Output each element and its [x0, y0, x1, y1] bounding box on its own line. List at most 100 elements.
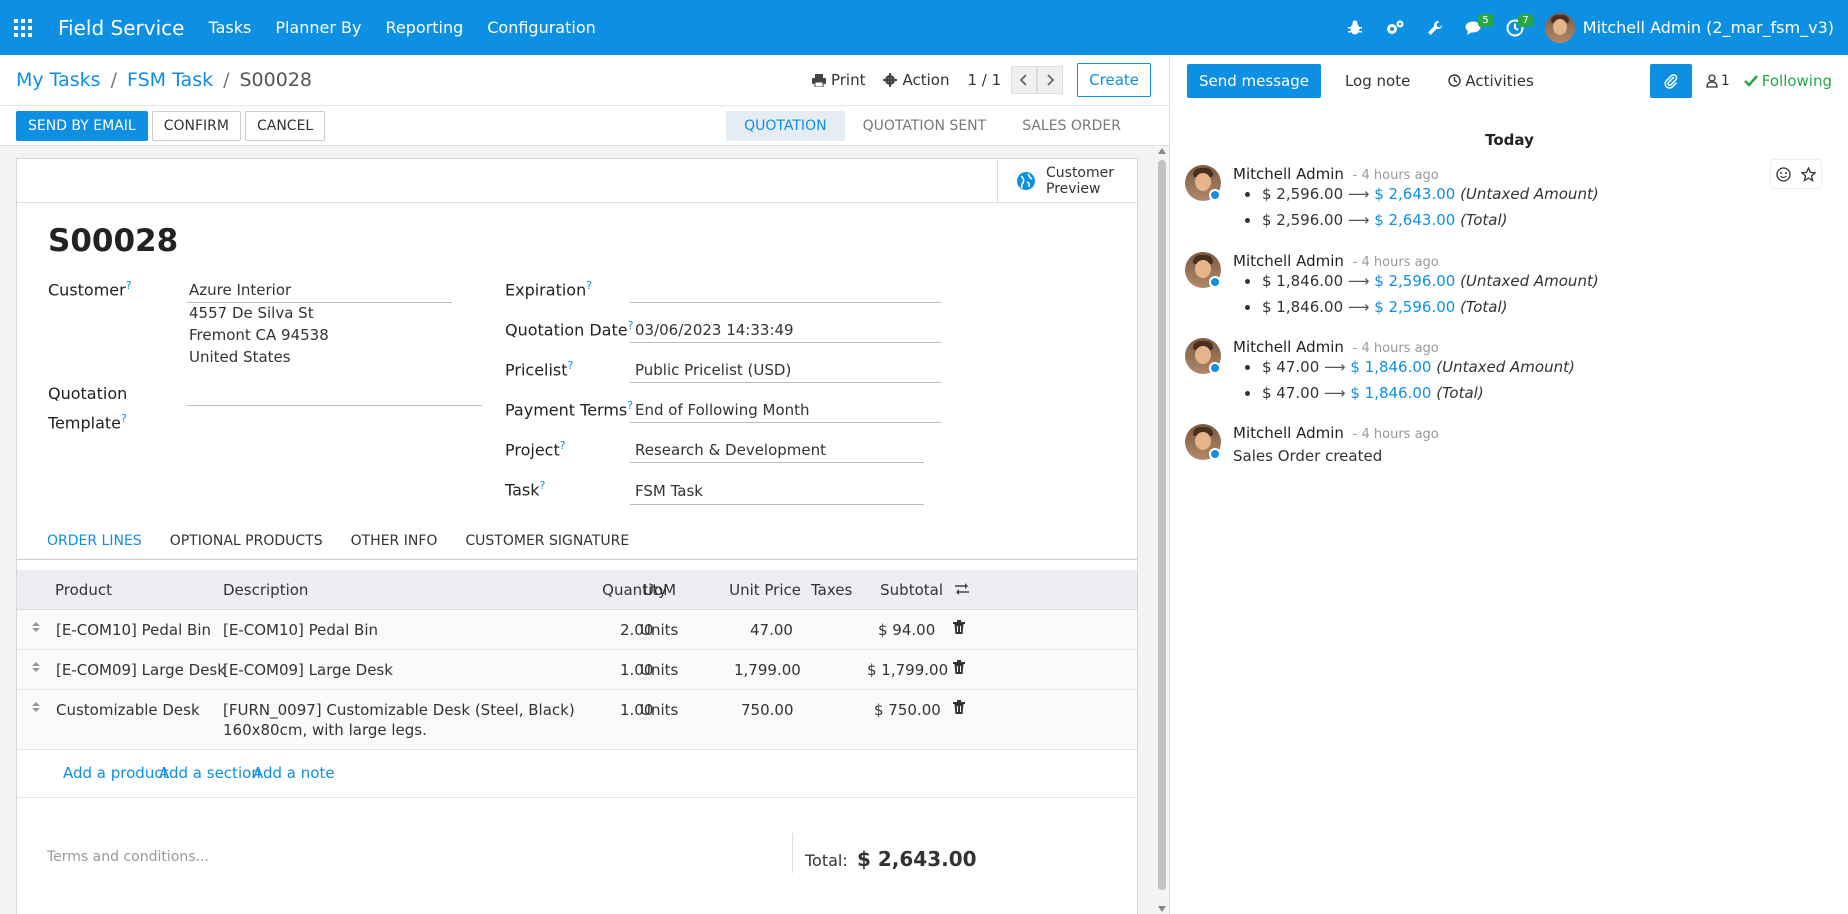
- row-uom[interactable]: Units: [640, 621, 678, 639]
- trash-icon[interactable]: [953, 700, 965, 714]
- stage-quotation-sent[interactable]: QUOTATION SENT: [845, 111, 1005, 141]
- add-note-link[interactable]: Add a note: [253, 764, 335, 782]
- app-brand[interactable]: Field Service: [58, 16, 184, 40]
- add-section-link[interactable]: Add a section: [159, 764, 261, 782]
- add-line-row: Add a product Add a section Add a note: [17, 750, 1137, 798]
- send-by-email-button[interactable]: SEND BY EMAIL: [16, 110, 148, 141]
- row-uom[interactable]: Units: [640, 701, 678, 719]
- message-author[interactable]: Mitchell Admin - 4 hours ago: [1233, 424, 1439, 442]
- breadcrumb-my-tasks[interactable]: My Tasks: [16, 69, 101, 91]
- pricelist-label: Pricelist?: [505, 359, 574, 380]
- tab-customer-signature[interactable]: CUSTOMER SIGNATURE: [465, 533, 629, 557]
- messages-chat-icon[interactable]: 5: [1455, 0, 1495, 55]
- customer-field-underline: [187, 302, 452, 303]
- row-unit-price[interactable]: 750.00: [741, 701, 794, 719]
- form-scrollbar[interactable]: [1155, 146, 1169, 914]
- menu-configuration[interactable]: Configuration: [487, 18, 596, 37]
- task-underline: [630, 504, 924, 505]
- log-note-button[interactable]: Log note: [1345, 72, 1410, 90]
- row-uom[interactable]: Units: [640, 661, 678, 679]
- menu-tasks[interactable]: Tasks: [208, 18, 251, 37]
- customer-field[interactable]: Azure Interior: [189, 281, 291, 299]
- customer-preview-label: Customer Preview: [1046, 165, 1115, 197]
- message-author[interactable]: Mitchell Admin - 4 hours ago: [1233, 338, 1439, 356]
- row-product[interactable]: [E-COM09] Large Desk: [56, 661, 226, 679]
- check-icon: [1743, 75, 1758, 87]
- breadcrumb-fsm-task[interactable]: FSM Task: [127, 69, 213, 91]
- payment-terms-field[interactable]: End of Following Month: [635, 401, 810, 419]
- terms-and-conditions-field[interactable]: Terms and conditions...: [47, 849, 209, 865]
- online-status-dot: [1209, 362, 1221, 374]
- add-product-link[interactable]: Add a product: [63, 764, 168, 782]
- task-field[interactable]: FSM Task: [635, 482, 703, 500]
- row-description[interactable]: [E-COM09] Large Desk: [223, 661, 393, 679]
- row-description[interactable]: [E-COM10] Pedal Bin: [223, 621, 378, 639]
- optional-columns-icon[interactable]: [955, 583, 969, 595]
- wrench-icon[interactable]: [1415, 0, 1455, 55]
- quotation-date-label: Quotation Date?: [505, 319, 634, 340]
- column-product[interactable]: Product: [55, 581, 112, 599]
- pager-previous-button[interactable]: [1011, 66, 1038, 94]
- column-taxes[interactable]: Taxes: [811, 581, 852, 599]
- table-row[interactable]: [E-COM09] Large Desk [E-COM09] Large Des…: [17, 650, 1137, 690]
- drag-handle-icon[interactable]: [31, 621, 41, 633]
- chatter-message: Mitchell Admin - 4 hours ago $ 2,596.00 …: [1185, 165, 1825, 235]
- user-menu[interactable]: Mitchell Admin (2_mar_fsm_v3): [1544, 12, 1834, 43]
- project-underline: [630, 462, 924, 463]
- attachment-paperclip-icon[interactable]: [1649, 64, 1692, 98]
- stage-sales-order[interactable]: SALES ORDER: [1004, 111, 1139, 141]
- action-button[interactable]: Action: [883, 71, 949, 89]
- row-unit-price[interactable]: 47.00: [750, 621, 793, 639]
- address-line-2: Fremont CA 94538: [189, 326, 329, 344]
- drag-handle-icon[interactable]: [31, 661, 41, 673]
- drag-handle-icon[interactable]: [31, 701, 41, 713]
- row-product[interactable]: [E-COM10] Pedal Bin: [56, 621, 211, 639]
- pricelist-field[interactable]: Public Pricelist (USD): [635, 361, 791, 379]
- print-button[interactable]: Print: [811, 71, 865, 89]
- pager-next-button[interactable]: [1037, 66, 1064, 94]
- tab-other-info[interactable]: OTHER INFO: [351, 533, 438, 557]
- activities-button[interactable]: Activities: [1448, 72, 1534, 90]
- activities-clock-icon[interactable]: 7: [1495, 0, 1535, 55]
- pricelist-underline: [630, 382, 941, 383]
- quotation-date-underline: [630, 342, 941, 343]
- form-sheet: Customer Preview S00028 Customer? Azure …: [16, 158, 1138, 914]
- stage-quotation[interactable]: QUOTATION: [726, 111, 845, 141]
- row-product[interactable]: Customizable Desk: [56, 701, 200, 719]
- row-description[interactable]: [FURN_0097] Customizable Desk (Steel, Bl…: [223, 701, 575, 719]
- project-label: Project?: [505, 439, 566, 460]
- message-author[interactable]: Mitchell Admin - 4 hours ago: [1233, 252, 1439, 270]
- followers-button[interactable]: 1: [1706, 73, 1730, 89]
- trash-icon[interactable]: [953, 660, 965, 674]
- menu-planner-by[interactable]: Planner By: [275, 18, 361, 37]
- table-row[interactable]: [E-COM10] Pedal Bin [E-COM10] Pedal Bin …: [17, 610, 1137, 650]
- cancel-button[interactable]: CANCEL: [244, 110, 326, 141]
- apps-menu-icon[interactable]: [0, 0, 46, 55]
- send-message-button[interactable]: Send message: [1187, 63, 1321, 98]
- debug-bug-icon[interactable]: [1335, 0, 1375, 55]
- scrollbar-thumb[interactable]: [1158, 160, 1166, 890]
- customer-preview-button[interactable]: Customer Preview: [997, 159, 1137, 203]
- table-row[interactable]: Customizable Desk [FURN_0097] Customizab…: [17, 690, 1137, 750]
- tab-optional-products[interactable]: OPTIONAL PRODUCTS: [170, 533, 323, 557]
- row-unit-price[interactable]: 1,799.00: [734, 661, 801, 679]
- message-body: Sales Order created: [1233, 447, 1383, 465]
- menu-reporting[interactable]: Reporting: [385, 18, 463, 37]
- create-button[interactable]: Create: [1077, 63, 1151, 97]
- column-uom[interactable]: UoM: [643, 581, 676, 599]
- tab-order-lines[interactable]: ORDER LINES: [47, 533, 142, 557]
- row-subtotal: $ 1,799.00: [867, 661, 949, 679]
- online-status-dot: [1209, 276, 1221, 288]
- following-button[interactable]: Following: [1743, 72, 1832, 90]
- avatar: [1544, 12, 1575, 43]
- pager-value[interactable]: 1 / 1: [967, 71, 1001, 89]
- quotation-template-field[interactable]: [187, 405, 482, 406]
- quotation-date-field[interactable]: 03/06/2023 14:33:49: [635, 321, 794, 339]
- project-field[interactable]: Research & Development: [635, 441, 826, 459]
- confirm-button[interactable]: CONFIRM: [151, 110, 241, 141]
- message-author[interactable]: Mitchell Admin - 4 hours ago: [1233, 165, 1439, 183]
- trash-icon[interactable]: [953, 620, 965, 634]
- companies-gears-icon[interactable]: [1375, 0, 1415, 55]
- column-description[interactable]: Description: [223, 581, 308, 599]
- row-description-line-2[interactable]: 160x80cm, with large legs.: [223, 721, 427, 739]
